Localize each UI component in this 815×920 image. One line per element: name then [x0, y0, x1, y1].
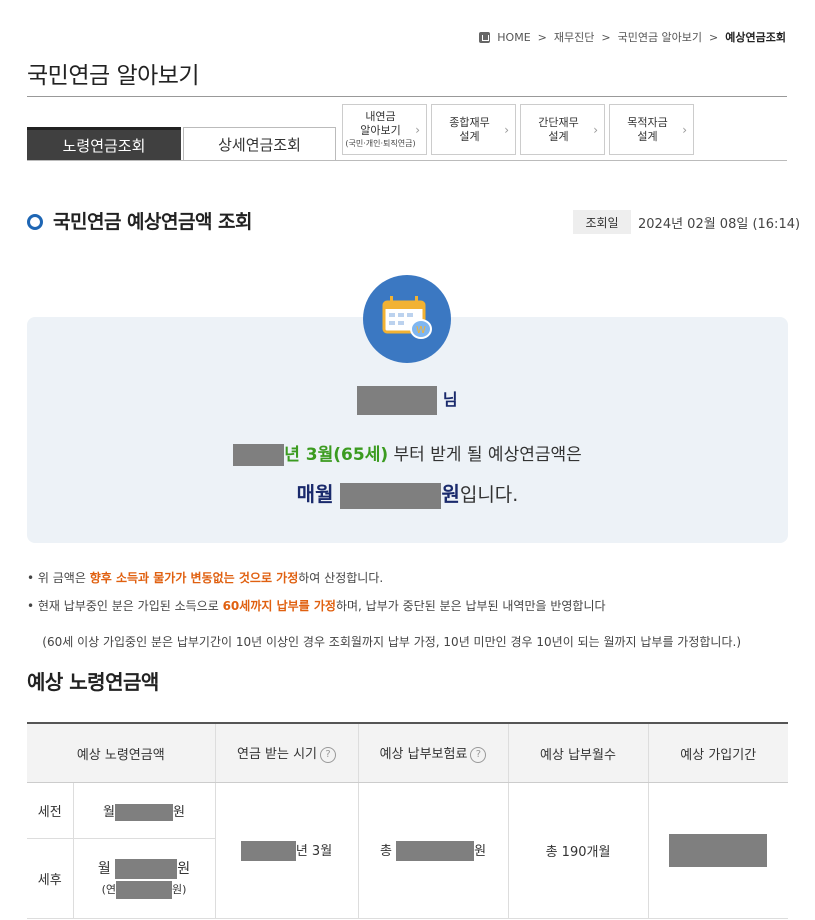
note-2: • 현재 납부중인 분은 가입된 소득으로 60세까지 납부를 가정하며, 납부…	[27, 598, 606, 615]
month-prefix: 월	[97, 861, 111, 877]
note-highlight: 향후 소득과 물가가 변동없는 것으로 가정	[89, 571, 299, 585]
masked-year	[233, 444, 285, 466]
breadcrumb-item[interactable]: 국민연금 알아보기	[618, 29, 702, 45]
won-unit: 원	[177, 861, 191, 877]
breadcrumb-item[interactable]: 재무진단	[554, 29, 594, 45]
chevron-right-icon: >	[709, 30, 719, 44]
tab-label: 간단재무	[538, 115, 579, 129]
table-row: 세전 월원 년 3월 총 원 총 190개월	[27, 782, 788, 919]
chevron-right-icon: ›	[504, 123, 509, 137]
help-icon[interactable]: ?	[320, 746, 337, 763]
title-divider	[27, 96, 787, 97]
chevron-right-icon: >	[537, 30, 547, 44]
calendar-money-icon: W	[363, 275, 451, 363]
tab-comprehensive-plan[interactable]: 종합재무 설계 ›	[431, 104, 516, 155]
masked-yearly	[116, 881, 172, 899]
premium-prefix: 총	[379, 843, 392, 859]
tab-detail-pension[interactable]: 상세연금조회	[183, 127, 336, 160]
pension-start-line: 년 3월(65세) 부터 받게 될 예상연금액은	[0, 440, 815, 466]
tab-sublabel: (국민·개인·퇴직연금)	[345, 139, 416, 148]
won-unit: 원	[173, 804, 185, 820]
tab-label: 설계	[637, 129, 658, 143]
masked-amount	[340, 482, 442, 509]
tab-simple-plan[interactable]: 간단재무 설계 ›	[520, 104, 605, 155]
header-period: 예상 가입기간	[647, 723, 788, 783]
tab-label: 종합재무	[449, 115, 490, 129]
tab-label: 내연금	[365, 110, 396, 123]
yearly-prefix: (연	[101, 883, 116, 896]
table-title: 예상 노령연금액	[27, 670, 159, 694]
note-text: 하여 산정합니다.	[298, 571, 384, 585]
tab-label: 알아보기	[360, 124, 401, 137]
note-1: • 위 금액은 향후 소득과 물가가 변동없는 것으로 가정하여 산정합니다.	[27, 570, 383, 587]
home-icon[interactable]	[479, 31, 491, 43]
chevron-right-icon: ›	[593, 123, 598, 137]
note-text: 하며, 납부가 중단된 분은 납부된 내역만을 반영합니다	[335, 599, 606, 613]
header-pension-amount: 예상 노령연금액	[27, 723, 215, 783]
chevron-right-icon: >	[601, 30, 611, 44]
section-title: 국민연금 예상연금액 조회	[53, 211, 253, 233]
note-3: (60세 이상 가입중인 분은 납부기간이 10년 이상인 경우 조회월까지 납…	[27, 617, 741, 651]
tab-label: 설계	[548, 129, 569, 143]
date-label: 조회일	[573, 210, 631, 234]
header-premium: 예상 납부보험료?	[357, 723, 508, 783]
masked-amount	[115, 803, 173, 821]
header-start-time: 연금 받는 시기?	[214, 723, 358, 783]
monthly-prefix: 매월	[296, 482, 341, 506]
tab-label: 목적자금	[627, 115, 668, 129]
pension-table: 예상 노령연금액 연금 받는 시기? 예상 납부보험료? 예상 납부월수 예상 …	[27, 722, 788, 919]
page-title: 국민연금 알아보기	[27, 63, 200, 89]
chevron-right-icon: ›	[682, 123, 687, 137]
masked-year	[240, 841, 296, 862]
row-label-aftertax: 세후	[27, 838, 73, 919]
monthly-unit: 원	[441, 482, 460, 506]
help-icon[interactable]: ?	[470, 746, 487, 763]
table-header-row: 예상 노령연금액 연금 받는 시기? 예상 납부보험료? 예상 납부월수 예상 …	[27, 723, 788, 783]
start-suffix: 년 3월	[295, 843, 333, 859]
header-months: 예상 납부월수	[507, 723, 648, 783]
pretax-amount: 월원	[72, 782, 215, 839]
start-time-cell: 년 3월	[214, 782, 358, 919]
masked-premium	[396, 841, 475, 862]
start-highlight: 년 3월(65세)	[284, 445, 389, 465]
note-highlight: 60세까지 납부를 가정	[222, 599, 336, 613]
masked-period	[669, 834, 768, 867]
breadcrumb-home[interactable]: HOME	[497, 31, 530, 44]
note-text: (60세 이상 가입중인 분은 납부기간이 10년 이상인 경우 조회월까지 납…	[34, 635, 742, 649]
month-prefix: 월	[103, 804, 115, 820]
breadcrumb: HOME > 재무진단 > 국민연금 알아보기 > 예상연금조회	[479, 29, 786, 45]
chevron-right-icon: ›	[415, 123, 420, 137]
note-text: • 현재 납부중인 분은 가입된 소득으로	[27, 599, 223, 613]
tab-goal-fund[interactable]: 목적자금 설계 ›	[609, 104, 694, 155]
tab-divider	[27, 160, 787, 161]
masked-amount	[115, 859, 178, 879]
tab-label: 설계	[459, 129, 480, 143]
header-label: 예상 납부보험료	[379, 747, 468, 763]
note-text: • 위 금액은	[27, 571, 90, 585]
row-label-pretax: 세전	[27, 782, 73, 839]
yearly-suffix: 원)	[172, 883, 187, 896]
masked-name	[357, 386, 438, 415]
won-unit: 원	[474, 843, 487, 859]
header-label: 연금 받는 시기	[236, 747, 318, 763]
svg-text:W: W	[416, 325, 426, 336]
period-cell	[647, 782, 788, 919]
breadcrumb-current: 예상연금조회	[725, 31, 786, 44]
monthly-suffix: 입니다.	[459, 484, 519, 506]
user-name-line: 님	[0, 386, 815, 415]
name-suffix: 님	[442, 390, 458, 409]
tab-my-pension[interactable]: 내연금 알아보기 (국민·개인·퇴직연금) ›	[342, 104, 427, 155]
premium-cell: 총 원	[357, 782, 508, 919]
monthly-amount-line: 매월 원입니다.	[0, 478, 815, 509]
section-bullet-icon	[27, 214, 43, 230]
tab-old-age-pension[interactable]: 노령연금조회	[27, 127, 181, 160]
start-rest: 부터 받게 될 예상연금액은	[388, 445, 582, 465]
months-cell: 총 190개월	[507, 782, 648, 919]
date-value: 2024년 02월 08일 (16:14)	[638, 217, 801, 232]
aftertax-amount: 월 원 (연 원)	[72, 838, 215, 919]
